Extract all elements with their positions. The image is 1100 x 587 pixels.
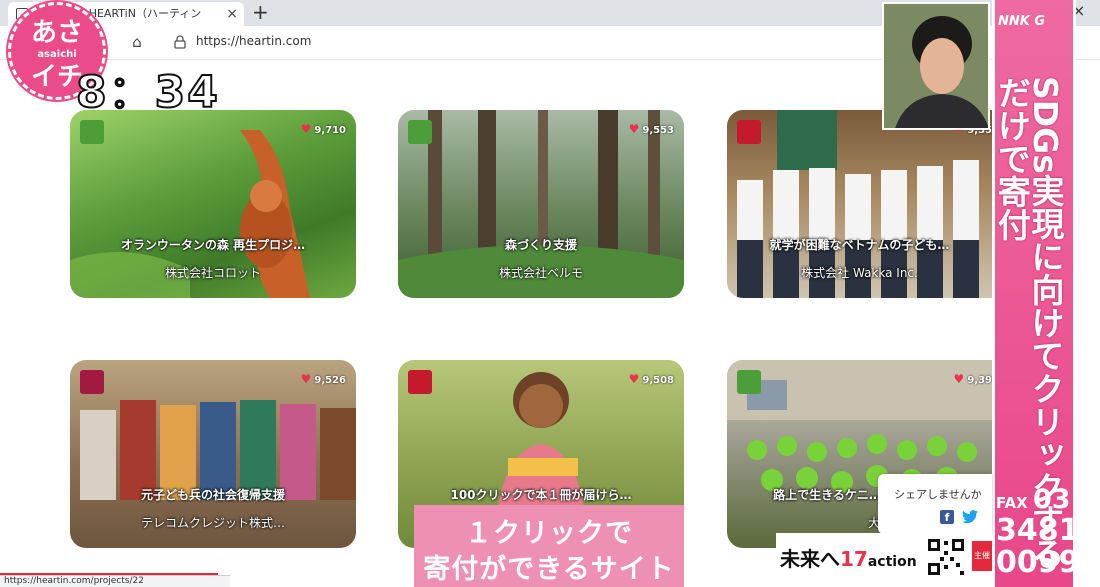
lock-icon [174, 35, 186, 49]
heart-icon: ♥ [953, 372, 965, 386]
qr-code-icon [926, 537, 966, 577]
project-organization: 株式会社ベルモ [498, 266, 583, 280]
logo-text: あさ [31, 18, 83, 48]
project-card-vietnam[interactable]: ♥9,55 就学が困難なベトナムの子ども… 株式会社 Wakka Inc. [727, 110, 992, 298]
link-status-bar: https://heartin.com/projects/22 [0, 575, 230, 587]
project-organization: テレコムクレジット株式… [140, 516, 285, 530]
share-panel: シェアしませんか f [878, 474, 992, 534]
logo-subtext: asaichi [37, 49, 76, 60]
project-title: 元子ども兵の社会復帰支援 [140, 488, 285, 502]
project-card-orangutan[interactable]: ♥ 9,710 オランウータンの森 再生プロジ… 株式会社コロット [70, 110, 356, 298]
likes-count: ♥ 9,553 [628, 122, 674, 136]
sdg-15-life-on-land-icon [80, 120, 104, 144]
mirai-text-a: 未来へ [780, 547, 840, 571]
tab-close-icon[interactable]: × [226, 2, 238, 26]
project-title: オランウータンの森 再生プロジ… [120, 238, 306, 252]
caption-box: １クリックで 寄付ができるサイト [414, 505, 684, 587]
likes-count: ♥ 9,508 [628, 372, 674, 386]
project-card-forest[interactable]: ♥ 9,553 森づくり支援 株式会社ベルモ [398, 110, 684, 298]
fax-number: FAX 03 3481 0099 [996, 484, 1080, 580]
heart-icon: ♥ [628, 372, 640, 386]
sdg-4-quality-education-icon [737, 120, 761, 144]
sponsor-tag: 主催 [972, 541, 992, 571]
caption-line-2: 寄付ができるサイト [423, 554, 675, 585]
heart-icon: ♥ [300, 372, 312, 386]
presenter-photo [884, 4, 988, 128]
sdg-15-life-on-land-icon [408, 120, 432, 144]
caption-line-1: １クリックで [465, 518, 633, 549]
likes-count: ♥ 9,526 [300, 372, 346, 386]
likes-count: ♥ 9,710 [300, 122, 346, 136]
presenter-inset-video [882, 2, 990, 130]
likes-count: ♥ 9,39 [953, 372, 992, 386]
fax-number-part: 3481 [996, 513, 1080, 548]
heart-icon: ♥ [300, 122, 312, 136]
sdg-3-good-health-icon [737, 370, 761, 394]
home-icon[interactable]: ⌂ [128, 33, 146, 51]
mirai-text-action: action [867, 554, 917, 570]
broadcast-clock: 8：34 [75, 66, 220, 119]
fax-label: FAX [996, 494, 1028, 512]
project-title: 就学が困難なベトナムの子ども… [769, 238, 950, 252]
project-organization: 株式会社 Wakka Inc. [801, 266, 918, 280]
facebook-icon[interactable]: f [940, 510, 954, 524]
mirai-text-17: 17 [840, 547, 868, 571]
share-label: シェアしませんか [894, 488, 982, 501]
heart-icon: ♥ [628, 122, 640, 136]
fax-area-code: 03 [1032, 484, 1071, 515]
network-logo: NNK G [998, 14, 1046, 29]
project-card-child-soldiers[interactable]: ♥ 9,526 元子ども兵の社会復帰支援 テレコムクレジット株式… [70, 360, 356, 548]
mirai-17-action-banner: 未来へ17action 主催 [776, 533, 992, 579]
sdg-4-quality-education-icon [408, 370, 432, 394]
fax-number-part: 0099 [996, 544, 1080, 580]
sdg-8-decent-work-icon [80, 370, 104, 394]
url-input[interactable]: https://heartin.com [196, 34, 311, 48]
project-title: 100クリックで本１冊が届けら… [450, 488, 632, 502]
project-title: 森づくり支援 [504, 238, 577, 252]
twitter-icon[interactable] [962, 510, 978, 524]
mirai-logo-text: 未来へ17action [780, 543, 917, 572]
new-tab-button[interactable]: + [252, 0, 269, 24]
project-organization: 株式会社コロット [164, 266, 261, 280]
